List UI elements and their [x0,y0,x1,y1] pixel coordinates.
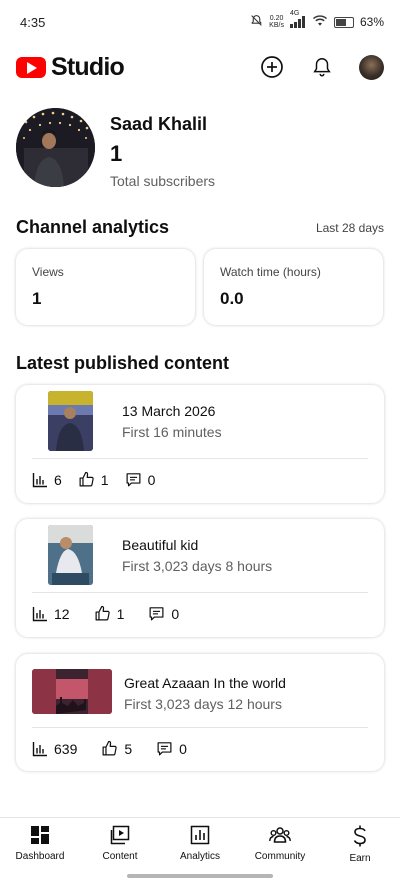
comments-stat: 0 [156,740,187,757]
comments-stat: 0 [148,605,179,622]
account-avatar[interactable] [359,54,384,80]
content-stats: 639 5 0 [32,740,203,757]
status-icons: 0.20 KB/s 4G 63% [250,10,384,30]
comment-icon [149,607,164,621]
likes-count: 1 [100,471,109,488]
analytics-period: Last 28 days [315,221,384,235]
watch-time-value: 0.0 [220,289,244,308]
youtube-play-icon [16,56,46,78]
views-count: 12 [54,605,70,622]
create-icon[interactable] [259,54,285,80]
content-title: Great Azaaan In the world [124,675,286,691]
bar-chart-icon [32,606,47,621]
net-rate-unit: KB/s [269,22,284,29]
views-count: 639 [54,740,78,757]
content-card[interactable]: Beautiful kid First 3,023 days 8 hours 1… [16,519,384,637]
likes-stat: 5 [101,740,132,757]
wifi-icon [312,14,328,30]
bar-chart-icon [32,472,47,487]
analytics-title: Channel analytics [16,217,170,237]
content-title: Beautiful kid [122,537,199,553]
battery-fill [335,18,346,26]
battery-icon [333,16,354,28]
nav-analytics[interactable]: Analytics [160,818,240,867]
card-divider [32,458,368,459]
net-type: 4G [289,10,300,17]
studio-logo[interactable]: Studio [16,52,125,82]
comments-count: 0 [147,471,156,488]
comments-stat: 0 [125,471,156,488]
net-rate-value: 0.20 [269,15,284,22]
comment-icon [157,742,172,756]
views-stat: 6 [32,472,62,488]
thumbs-up-icon [102,740,118,756]
content-stats: 12 1 0 [32,605,195,622]
signal-icon: 4G [289,10,306,28]
watch-time-label: Watch time (hours) [220,265,321,279]
views-label: Views [32,265,64,279]
comments-count: 0 [171,605,180,622]
nav-content[interactable]: Content [80,818,160,867]
views-stat: 12 [32,606,70,622]
bell-icon[interactable] [309,54,335,80]
content-card[interactable]: 13 March 2026 First 16 minutes 6 1 0 [16,385,384,503]
likes-stat: 1 [94,605,125,622]
content-title: 13 March 2026 [122,403,216,419]
content-subtitle: First 3,023 days 8 hours [122,558,273,574]
channel-avatar[interactable] [16,108,95,187]
dashboard-icon [31,826,49,844]
bar-chart-icon [32,741,47,756]
latest-content-title: Latest published content [16,353,230,373]
channel-profile: Saad Khalil 1 Total subscribers [16,108,386,190]
nav-label: Analytics [179,851,220,862]
watch-time-card[interactable]: Watch time (hours) 0.0 [204,249,383,325]
nav-label: Content [102,851,138,862]
likes-count: 1 [116,605,125,622]
views-value: 1 [32,289,42,308]
comments-count: 0 [179,740,187,757]
video-thumbnail [48,391,93,451]
community-icon [269,827,291,843]
content-stats: 6 1 0 [32,471,171,488]
content-card[interactable]: Great Azaaan In the world First 3,023 da… [16,654,384,771]
earn-icon [353,825,366,847]
content-subtitle: First 3,023 days 12 hours [124,696,282,712]
bottom-nav: Dashboard Content Analytics Community Ea… [0,817,400,867]
content-icon [110,825,130,845]
subscriber-label: Total subscribers [110,173,216,189]
status-time: 4:35 [20,14,46,30]
header-actions [259,54,384,80]
content-subtitle: First 16 minutes [122,424,222,440]
likes-stat: 1 [78,471,109,488]
analytics-icon [190,825,210,845]
nav-earn[interactable]: Earn [320,818,400,867]
net-rate: 0.20 KB/s [269,15,284,29]
views-count: 6 [54,471,62,488]
nav-label: Earn [349,853,371,864]
nav-dashboard[interactable]: Dashboard [0,818,80,867]
card-divider [32,592,368,593]
subscriber-count: 1 [110,141,123,166]
logo-text: Studio [51,52,125,81]
video-thumbnail [48,525,93,585]
nav-community[interactable]: Community [240,818,320,867]
thumbs-up-icon [79,471,94,487]
nav-label: Community [254,851,306,862]
home-indicator[interactable] [127,874,273,878]
video-thumbnail [32,669,112,714]
channel-name: Saad Khalil [110,114,208,134]
status-bar: 4:35 0.20 KB/s 4G 63% [0,0,400,44]
nav-label: Dashboard [15,851,65,862]
comment-icon [126,473,141,487]
card-divider [32,727,368,728]
views-stat: 639 [32,741,77,757]
battery-percent: 63% [359,15,384,29]
app-header: Studio [0,44,400,90]
views-card[interactable]: Views 1 [16,249,195,325]
thumbs-up-icon [95,605,110,621]
likes-count: 5 [124,740,133,757]
mute-icon [250,14,263,30]
